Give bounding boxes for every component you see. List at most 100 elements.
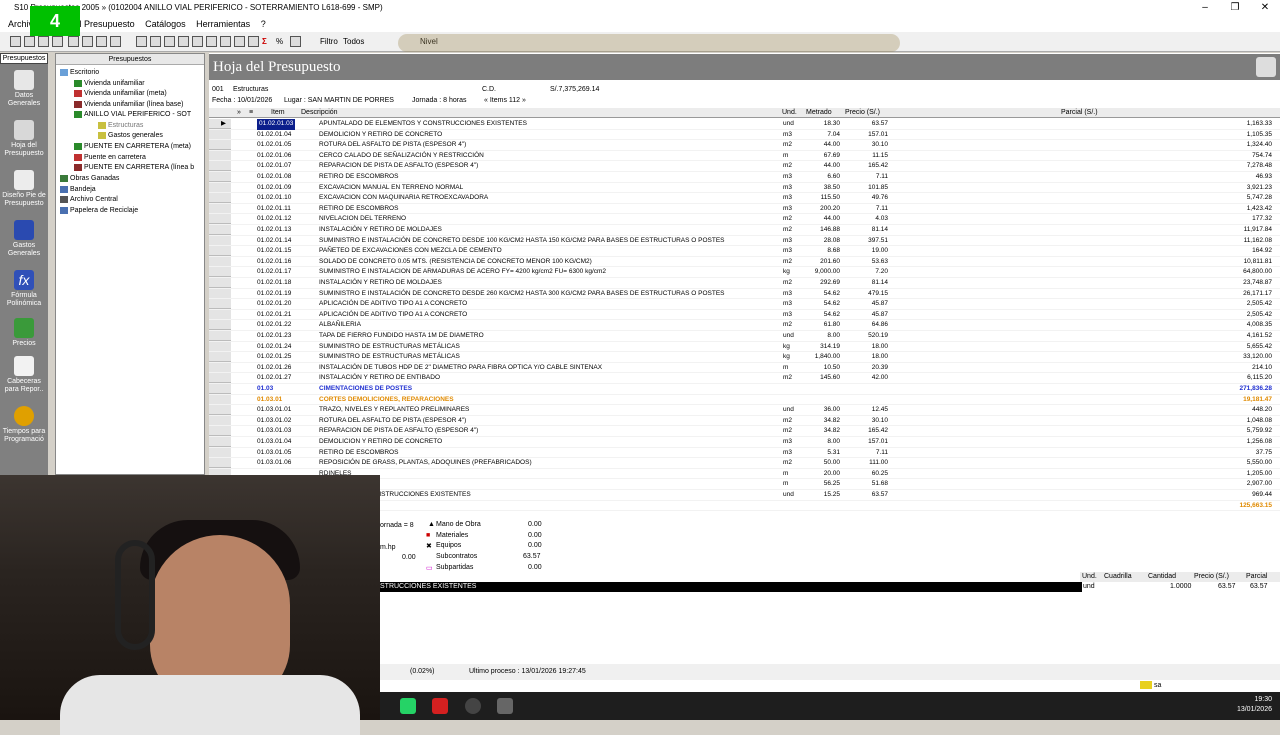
insert-icon[interactable] xyxy=(136,36,147,47)
calc-icon[interactable] xyxy=(82,36,93,47)
table-row[interactable]: 01.02.01.05 ROTURA DEL ASFALTO DE PISTA (… xyxy=(209,140,1280,151)
table-row[interactable]: 01.03.01 CORTES DEMOLICIONES, REPARACIONE… xyxy=(209,395,1280,406)
preview-icon[interactable] xyxy=(24,36,35,47)
print-icon[interactable] xyxy=(10,36,21,47)
all-label[interactable]: Todos xyxy=(343,37,364,46)
table-row[interactable]: 01.03.01.05 RETIRO DE ESCOMBROS m3 5.31 7.11… xyxy=(209,448,1280,459)
calc-icon[interactable] xyxy=(1256,57,1276,77)
table-row[interactable]: 01.02.01.24 SUMINISTRO DE ESTRUCTURAS MET… xyxy=(209,342,1280,353)
nav-cabeceras[interactable]: Cabeceras para Repor.. xyxy=(0,356,48,394)
table-row[interactable]: 01.03.01.04 DEMOLICION Y RETIRO DE CONCRE… xyxy=(209,437,1280,448)
table-row[interactable]: 01.02.01.14 SUMINISTRO E INSTALACIÓN DE C… xyxy=(209,236,1280,247)
tree-node[interactable]: Archivo Central xyxy=(60,195,118,205)
whatsapp-icon[interactable] xyxy=(400,698,416,714)
nav-datos-generales[interactable]: Datos Generales xyxy=(0,70,48,108)
outdent-icon[interactable] xyxy=(164,36,175,47)
menu-herramientas[interactable]: Herramientas xyxy=(196,16,250,32)
filter-label[interactable]: Filtro xyxy=(320,37,338,46)
tree-node[interactable]: Obras Ganadas xyxy=(60,174,119,184)
cell-met: 5.31 xyxy=(827,448,840,456)
menu-catalogos[interactable]: Catálogos xyxy=(145,16,186,32)
tools-icon[interactable] xyxy=(290,36,301,47)
grid-icon[interactable] xyxy=(68,36,79,47)
s10-app-icon[interactable] xyxy=(497,698,513,714)
cell-item: 01.02.01.17 xyxy=(257,268,292,276)
chart-icon[interactable] xyxy=(234,36,245,47)
tree-node-estructuras[interactable]: Estructuras xyxy=(98,121,143,131)
move-icon[interactable] xyxy=(178,36,189,47)
table-row[interactable]: 01.03.01.02 ROTURA DEL ASFALTO DE PISTA (… xyxy=(209,416,1280,427)
col-desc[interactable]: Descripción xyxy=(301,109,338,116)
pdf-icon[interactable] xyxy=(432,698,448,714)
arrow-up-icon[interactable] xyxy=(38,36,49,47)
table-row[interactable]: 01.02.01.10 EXCAVACION CON MAQUINARIA RET… xyxy=(209,193,1280,204)
table-row[interactable]: 01.02.01.20 APLICACIÓN DE ADITIVO TIPO A1… xyxy=(209,299,1280,310)
tree-node[interactable]: Vivienda unifamiliar (meta) xyxy=(74,89,167,99)
restore-icon[interactable]: ❐ xyxy=(1220,0,1250,16)
number-icon[interactable] xyxy=(192,36,203,47)
table-row[interactable]: 01.03 CIMENTACIONES DE POSTES 271,836.28 xyxy=(209,384,1280,395)
table-row[interactable]: 01.02.01.06 CERCO CALADO DE SEÑALIZACIÓN … xyxy=(209,151,1280,162)
settings-icon[interactable] xyxy=(248,36,259,47)
table-row[interactable]: 01.02.01.27 INSTALACIÓN Y RETIRO DE ENTIB… xyxy=(209,373,1280,384)
nav-gastos-generales[interactable]: Gastos Generales xyxy=(0,220,48,258)
col-und[interactable]: Und. xyxy=(782,109,797,116)
system-clock[interactable]: 19:30 13/01/2026 xyxy=(1237,695,1272,715)
table-row[interactable]: 01.02.01.22 ALBAÑILERIA m2 61.80 64.86 4,008.… xyxy=(209,320,1280,331)
tree-node-escritorio[interactable]: Escritorio xyxy=(60,68,99,78)
apu-row-selected[interactable]: STRUCCIONES EXISTENTES und 1.0000 63.57 … xyxy=(380,582,1280,592)
table-row[interactable]: 01.03.01.03 REPARACION DE PISTA DE ASFALT… xyxy=(209,426,1280,437)
table-row[interactable]: 01.02.01.13 INSTALACIÓN Y RETIRO DE MOLDA… xyxy=(209,225,1280,236)
paste-icon[interactable] xyxy=(220,36,231,47)
table-row[interactable]: 01.02.01.15 PAÑETEO DE EXCAVACIONES CON M… xyxy=(209,246,1280,257)
tree-node[interactable]: PUENTE EN CARRETERA (meta) xyxy=(74,142,191,152)
table-row[interactable]: 01.03.01.06 REPOSICIÓN DE GRASS, PLANTAS,… xyxy=(209,458,1280,469)
col-metrado[interactable]: Metrado xyxy=(806,109,832,116)
obs-icon[interactable] xyxy=(465,698,481,714)
tree-node[interactable]: PUENTE EN CARRETERA (línea b xyxy=(74,163,194,173)
tree-node-gastos[interactable]: Gastos generales xyxy=(98,131,163,141)
nav-diseno-pie[interactable]: Diseño Pie de Presupuesto xyxy=(0,170,48,208)
nav-tiempos[interactable]: Tiempos para Programació xyxy=(0,406,48,444)
indent-icon[interactable] xyxy=(150,36,161,47)
tree-node[interactable]: Puente en carretera xyxy=(74,153,146,163)
menu-help[interactable]: ? xyxy=(261,16,266,32)
table-row[interactable]: 01.02.01.17 SUMINISTRO E INSTALACION DE A… xyxy=(209,267,1280,278)
nav-hoja-presupuesto[interactable]: Hoja del Presupuesto xyxy=(0,120,48,158)
table-row[interactable]: 01.02.01.12 NIVELACION DEL TERRENO m2 44.00… xyxy=(209,214,1280,225)
table-row[interactable]: 01.02.01.23 TAPA DE FIERRO FUNDIDO HASTA … xyxy=(209,331,1280,342)
cell-pre: 18.00 xyxy=(871,342,888,350)
tree-node[interactable]: Papelera de Reciclaje xyxy=(60,206,138,216)
tag-icon[interactable] xyxy=(110,36,121,47)
tree-node[interactable]: Bandeja xyxy=(60,185,96,195)
table-row[interactable]: 01.03.01.01 TRAZO, NIVELES Y REPLANTEO PR… xyxy=(209,405,1280,416)
nav-formula-polinomica[interactable]: fx Fórmula Polinómica xyxy=(0,270,48,308)
percent-icon[interactable]: % xyxy=(276,37,283,46)
table-row[interactable]: 01.02.01.04 DEMOLICION Y RETIRO DE CONCRE… xyxy=(209,130,1280,141)
table-row[interactable]: 01.02.01.11 RETIRO DE ESCOMBROS m3 200.20 7.… xyxy=(209,204,1280,215)
table-row[interactable]: 01.02.01.09 EXCAVACION MANUAL EN TERRENO … xyxy=(209,183,1280,194)
close-icon[interactable]: ✕ xyxy=(1250,0,1280,16)
col-precio[interactable]: Precio (S/.) xyxy=(845,109,880,116)
minimize-icon[interactable]: – xyxy=(1190,0,1220,16)
col-item[interactable]: Item xyxy=(271,109,285,116)
tree-node-anillo[interactable]: ANILLO VIAL PERIFERICO - SOT xyxy=(74,110,191,120)
sum-icon[interactable]: Σ xyxy=(262,37,267,46)
col-parcial[interactable]: Parcial (S/.) xyxy=(1061,109,1098,116)
tree-node[interactable]: Vivienda unifamiliar xyxy=(74,79,145,89)
table-row[interactable]: 01.02.01.08 RETIRO DE ESCOMBROS m3 6.60 7.11… xyxy=(209,172,1280,183)
arrow-down-icon[interactable] xyxy=(52,36,63,47)
tree-node[interactable]: Vivienda unifamiliar (línea base) xyxy=(74,100,183,110)
table-row[interactable]: ▶ 01.02.01.03 APUNTALADO DE ELEMENTOS Y CO… xyxy=(209,119,1280,130)
screen-icon[interactable] xyxy=(96,36,107,47)
table-row[interactable]: 01.02.01.16 SOLADO DE CONCRETO 0.05 MTS. … xyxy=(209,257,1280,268)
table-row[interactable]: 01.02.01.18 INSTALACIÓN Y RETIRO DE MOLDA… xyxy=(209,278,1280,289)
table-row[interactable]: 01.02.01.21 APLICACIÓN DE ADITIVO TIPO A1… xyxy=(209,310,1280,321)
table-row[interactable]: 01.02.01.19 SUMINISTRO E INSTALACIÓN DE C… xyxy=(209,289,1280,300)
table-row[interactable]: 01.02.01.25 SUMINISTRO DE ESTRUCTURAS MET… xyxy=(209,352,1280,363)
copy-icon[interactable] xyxy=(206,36,217,47)
table-row[interactable]: 01.02.01.07 REPARACION DE PISTA DE ASFALT… xyxy=(209,161,1280,172)
table-row[interactable]: 01.02.01.26 INSTALACIÓN DE TUBOS HDP DE 2… xyxy=(209,363,1280,374)
nav-header[interactable]: Presupuestos xyxy=(0,53,48,64)
nav-precios[interactable]: Precios xyxy=(0,318,48,348)
